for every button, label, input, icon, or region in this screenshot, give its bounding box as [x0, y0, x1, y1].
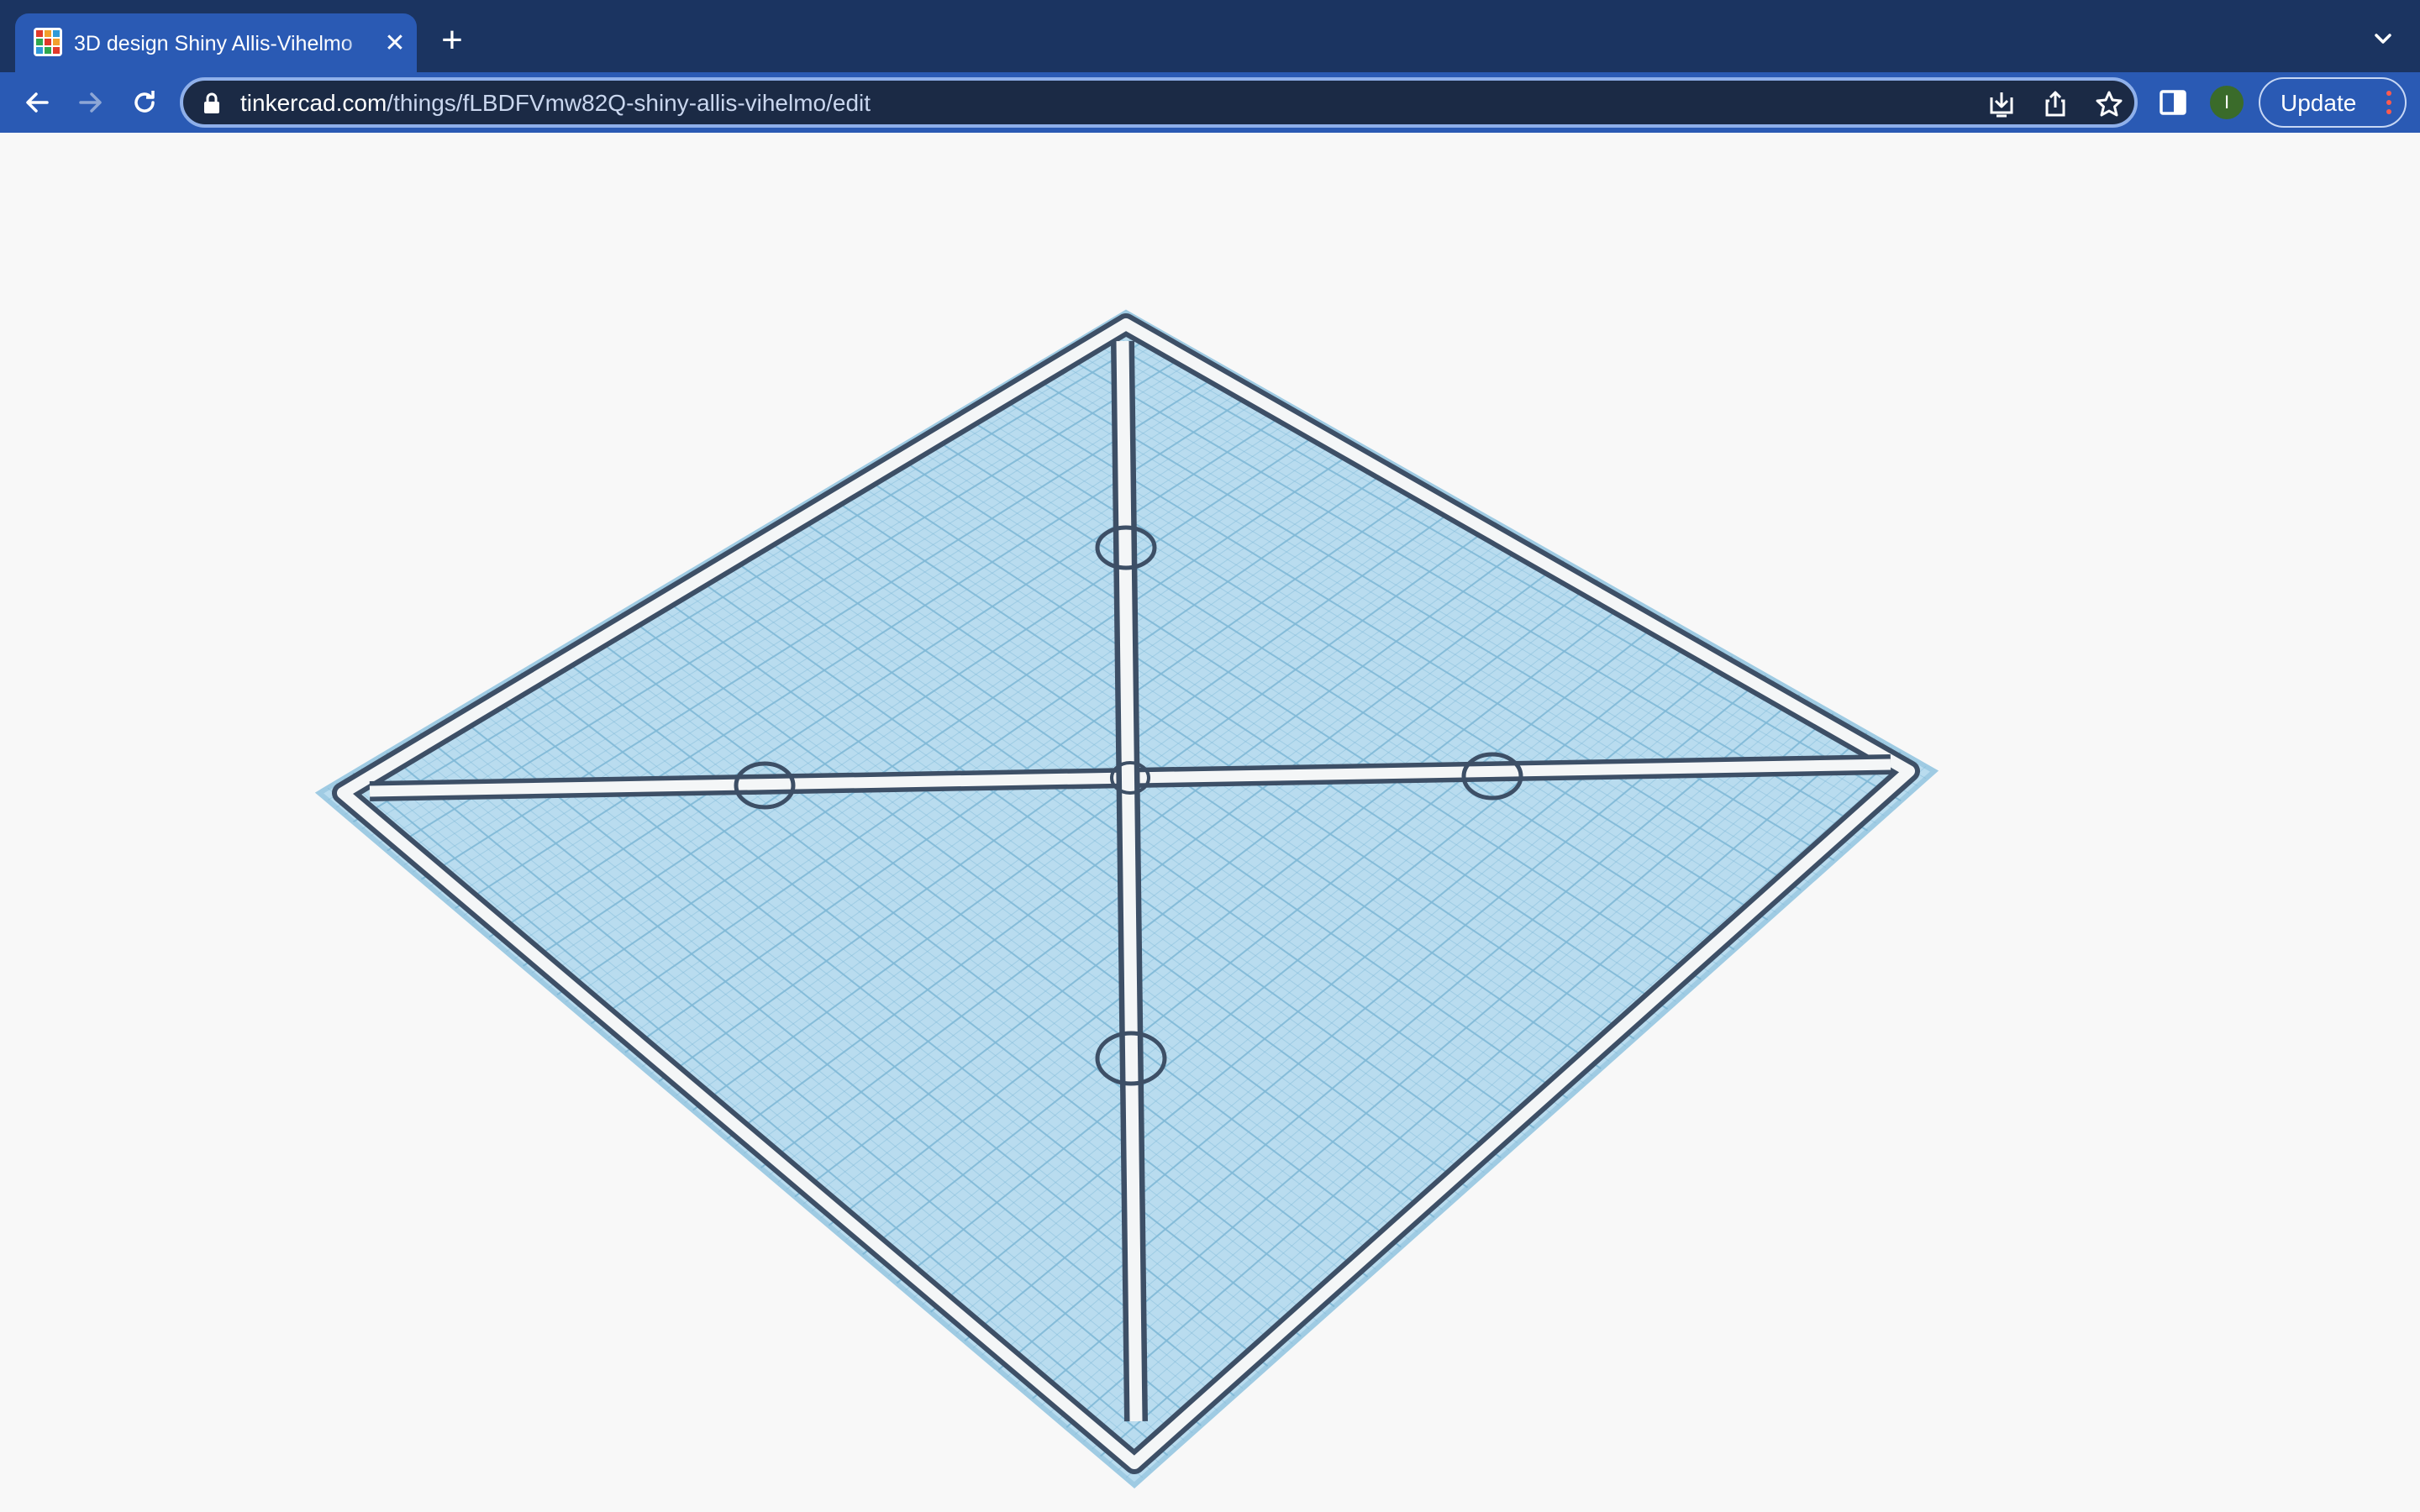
- new-tab-button[interactable]: +: [435, 22, 469, 59]
- bookmark-star-icon[interactable]: [2094, 89, 2124, 119]
- tab-close-icon[interactable]: ✕: [381, 30, 408, 57]
- reload-icon[interactable]: [128, 86, 161, 119]
- browser-toolbar: tinkercad.com/things/fLBDFVmw82Q-shiny-a…: [0, 72, 2420, 133]
- side-panel-icon[interactable]: [2158, 87, 2188, 118]
- install-app-icon[interactable]: [1986, 89, 2017, 119]
- workplane-canvas[interactable]: [0, 133, 2420, 1512]
- update-label: Update: [2281, 90, 2357, 116]
- address-bar[interactable]: tinkercad.com/things/fLBDFVmw82Q-shiny-a…: [180, 77, 2138, 128]
- url-path: /things/fLBDFVmw82Q-shiny-allis-vihelmo/…: [387, 90, 871, 116]
- active-tab[interactable]: 3D design Shiny Allis-Vihelmo ✕: [15, 13, 417, 72]
- tab-strip: 3D design Shiny Allis-Vihelmo ✕ +: [0, 0, 2420, 72]
- profile-avatar[interactable]: I: [2210, 86, 2244, 119]
- back-arrow-icon[interactable]: [20, 86, 54, 119]
- chevron-down-icon[interactable]: [2368, 24, 2398, 54]
- url-text: tinkercad.com/things/fLBDFVmw82Q-shiny-a…: [240, 89, 871, 118]
- tinkercad-viewport[interactable]: [0, 133, 2420, 1512]
- tinkercad-logo-icon: [34, 28, 62, 56]
- browser-window: 3D design Shiny Allis-Vihelmo ✕ + tinker…: [0, 0, 2420, 1512]
- kebab-menu-icon[interactable]: [2386, 91, 2393, 116]
- vertical-beam[interactable]: [1111, 340, 1148, 1422]
- url-host: tinkercad.com: [240, 90, 387, 116]
- lock-icon[interactable]: [202, 92, 222, 114]
- share-icon[interactable]: [2040, 89, 2070, 119]
- update-button[interactable]: Update: [2259, 77, 2407, 128]
- forward-arrow-icon[interactable]: [74, 86, 108, 119]
- tab-title: 3D design Shiny Allis-Vihelmo: [74, 32, 353, 55]
